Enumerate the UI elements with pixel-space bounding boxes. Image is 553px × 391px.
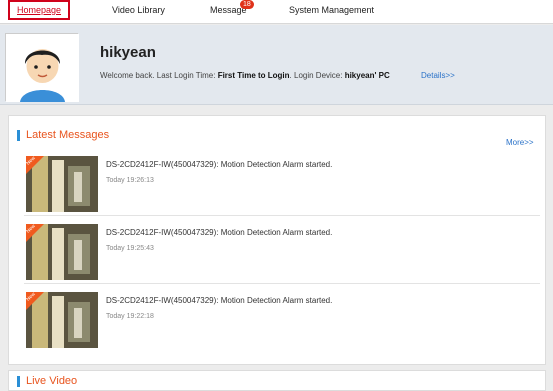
more-link[interactable]: More>> xyxy=(506,138,534,147)
top-navigation: Homepage Video Library Message 18 System… xyxy=(0,0,553,24)
message-text[interactable]: DS-2CD2412F-IW(450047329): Motion Detect… xyxy=(106,160,332,169)
message-text[interactable]: DS-2CD2412F-IW(450047329): Motion Detect… xyxy=(106,296,332,305)
message-time: Today 19:26:13 xyxy=(106,177,154,184)
last-login-value: First Time to Login xyxy=(217,71,290,80)
avatar xyxy=(5,33,79,102)
login-device-value: hikyean' PC xyxy=(344,71,390,80)
alarm-snapshot-thumbnail[interactable]: New xyxy=(26,224,98,280)
alarm-snapshot-thumbnail[interactable]: New xyxy=(26,156,98,212)
message-count-badge: 18 xyxy=(240,0,254,9)
tab-system-management[interactable]: System Management xyxy=(289,5,374,15)
latest-messages-title: Latest Messages xyxy=(17,130,109,141)
list-item[interactable]: New DS-2CD2412F-IW(450047329): Motion De… xyxy=(24,220,540,284)
message-time: Today 19:25:43 xyxy=(106,245,154,252)
profile-header: hikyean Welcome back. Last Login Time: F… xyxy=(0,25,553,105)
alarm-snapshot-thumbnail[interactable]: New xyxy=(26,292,98,348)
login-info: Welcome back. Last Login Time: First Tim… xyxy=(100,71,390,80)
latest-messages-panel: Latest Messages More>> New DS-2CD2412F-I… xyxy=(8,115,546,365)
device-label: . Login Device: xyxy=(289,71,345,80)
camera-snapshot-icon xyxy=(26,156,98,212)
tab-homepage[interactable]: Homepage xyxy=(8,0,71,20)
message-time: Today 19:22:18 xyxy=(106,313,154,320)
details-link[interactable]: Details>> xyxy=(421,71,455,80)
list-item[interactable]: New DS-2CD2412F-IW(450047329): Motion De… xyxy=(24,152,540,216)
live-video-title: Live Video xyxy=(17,376,77,387)
message-text[interactable]: DS-2CD2412F-IW(450047329): Motion Detect… xyxy=(106,228,332,237)
tab-video-library[interactable]: Video Library xyxy=(112,5,165,15)
live-video-panel: Live Video xyxy=(8,370,546,391)
camera-snapshot-icon xyxy=(26,224,98,280)
camera-snapshot-icon xyxy=(26,292,98,348)
welcome-text: Welcome back. Last Login Time: xyxy=(100,71,218,80)
username: hikyean xyxy=(100,44,156,61)
list-item[interactable]: New DS-2CD2412F-IW(450047329): Motion De… xyxy=(24,288,540,352)
user-avatar-icon xyxy=(6,34,79,102)
